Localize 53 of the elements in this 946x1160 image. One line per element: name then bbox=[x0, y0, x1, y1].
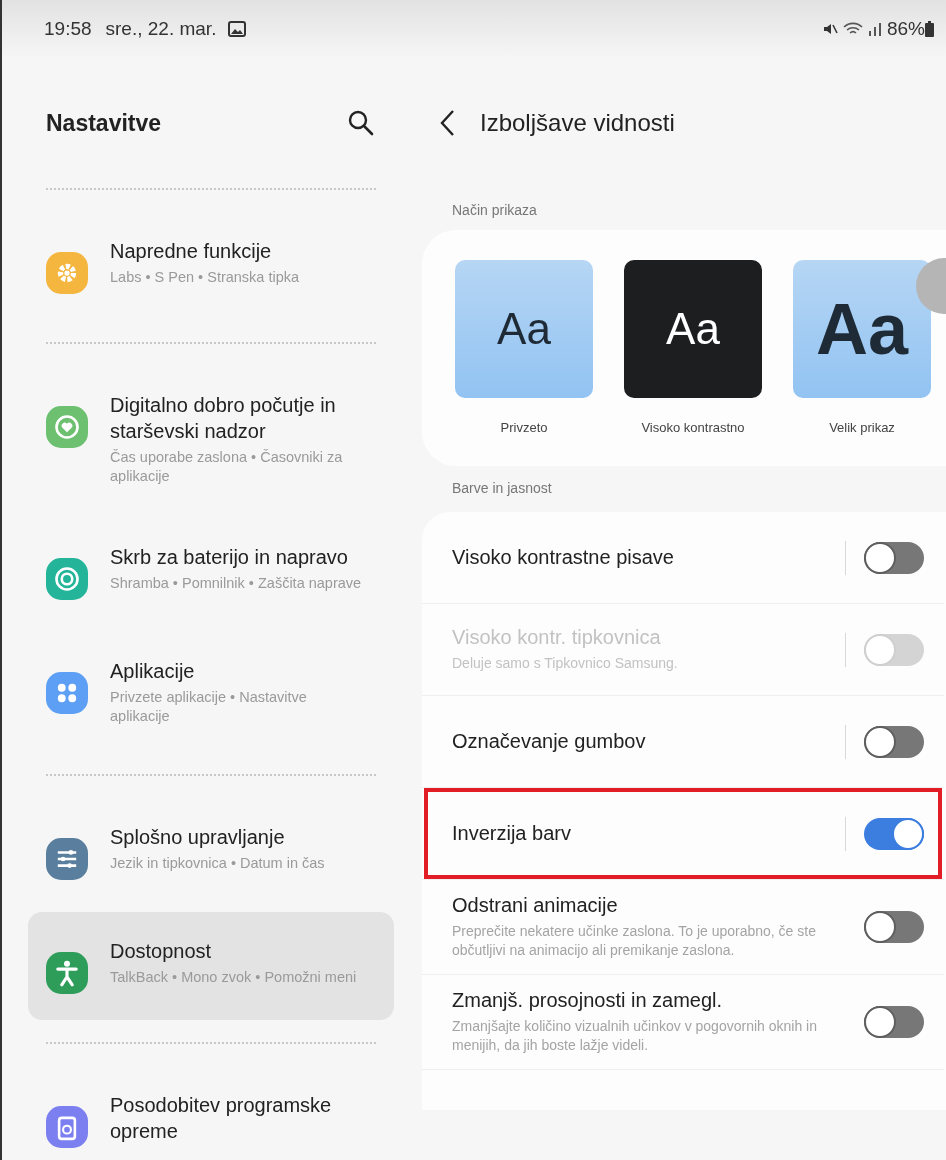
category-title: Digitalno dobro počutje in starševski nadzor bbox=[110, 393, 337, 444]
search-icon[interactable] bbox=[346, 108, 376, 138]
toggle-switch[interactable] bbox=[864, 911, 924, 943]
setting-description: Preprečite nekatere učinke zaslona. To je uporabno, če ste občutljivi na animacijo ali premikanje zaslona. bbox=[452, 922, 817, 960]
category-subtitle: Labs • S Pen • Stranska tipka bbox=[110, 268, 301, 287]
setting-title: Odstrani animacije bbox=[452, 894, 619, 917]
section-label: Način prikaza bbox=[451, 201, 538, 220]
category-title: Aplikacije bbox=[110, 659, 196, 684]
category-subtitle: TalkBack • Mono zvok • Pomožni meni bbox=[110, 968, 358, 987]
signal-icon bbox=[867, 21, 882, 37]
settings-category[interactable]: Skrb za baterijo in napravo Shramba • Pomnilnik • Zaščita naprave bbox=[28, 526, 394, 618]
setting-description: Zmanjšajte količino vizualnih učinkov v pogovornih oknih in menijih, da jih boste lažje videli. bbox=[452, 1017, 818, 1055]
settings-category[interactable]: Posodobitev programske opreme bbox=[28, 1074, 394, 1160]
toggle-switch[interactable] bbox=[864, 817, 924, 850]
category-title: Splošno upravljanje bbox=[110, 825, 286, 850]
mode-preview[interactable]: Aa bbox=[624, 260, 762, 398]
mode-preview[interactable]: Aa bbox=[793, 260, 931, 398]
mode-preview[interactable]: Aa bbox=[455, 260, 593, 398]
settings-category[interactable]: Digitalno dobro počutje in starševski nadzor Čas uporabe zaslona • Časovniki za aplikacije bbox=[28, 374, 394, 504]
category-subtitle: Privzete aplikacije • Nastavitve aplikacije bbox=[110, 688, 308, 726]
settings-category[interactable]: Aplikacije Privzete aplikacije • Nastavitve aplikacije bbox=[28, 640, 394, 744]
status-time: 19:58 bbox=[44, 18, 92, 40]
sidebar-title: Nastavitve bbox=[46, 109, 162, 137]
battery-icon bbox=[925, 21, 934, 37]
settings-category[interactable]: Napredne funkcije Labs • S Pen • Stranska tipka bbox=[28, 220, 394, 312]
category-title: Dostopnost bbox=[110, 939, 213, 964]
setting-title: Označevanje gumbov bbox=[452, 730, 647, 753]
section-label: Barve in jasnost bbox=[451, 479, 553, 498]
category-title: Posodobitev programske opreme bbox=[110, 1093, 333, 1144]
category-subtitle: Jezik in tipkovnica • Datum in čas bbox=[110, 854, 326, 873]
battery-percent: 86% bbox=[886, 18, 925, 40]
setting-title: Visoko kontr. tipkovnica bbox=[452, 626, 662, 649]
mute-icon bbox=[821, 21, 838, 37]
toggle-switch[interactable] bbox=[864, 541, 924, 574]
category-title: Skrb za baterijo in napravo bbox=[110, 545, 349, 570]
setting-title: Visoko kontrastne pisave bbox=[452, 546, 675, 569]
toggle-switch[interactable] bbox=[864, 725, 924, 758]
status-date: sre., 22. mar. bbox=[105, 18, 217, 40]
mode-label: Visoko kontrastno bbox=[641, 420, 745, 435]
mode-label: Privzeto bbox=[500, 420, 548, 435]
category-subtitle: Shramba • Pomnilnik • Zaščita naprave bbox=[110, 574, 363, 593]
setting-title: Inverzija barv bbox=[452, 822, 572, 845]
setting-title: Zmanjš. prosojnosti in zamegl. bbox=[452, 989, 724, 1012]
setting-description: Deluje samo s Tipkovnico Samsung. bbox=[452, 654, 679, 673]
wifi-icon bbox=[842, 21, 863, 37]
toggle-switch[interactable] bbox=[864, 1006, 924, 1038]
settings-category[interactable]: Splošno upravljanje Jezik in tipkovnica • Datum in čas bbox=[28, 806, 394, 898]
settings-category[interactable]: Dostopnost TalkBack • Mono zvok • Pomožni meni bbox=[28, 912, 394, 1020]
category-title: Napredne funkcije bbox=[110, 239, 273, 264]
gallery-icon bbox=[228, 21, 247, 37]
page-title: Izboljšave vidnosti bbox=[480, 109, 675, 137]
category-subtitle: Čas uporabe zaslona • Časovniki za aplikacije bbox=[110, 448, 344, 486]
mode-label: Velik prikaz bbox=[829, 420, 895, 435]
